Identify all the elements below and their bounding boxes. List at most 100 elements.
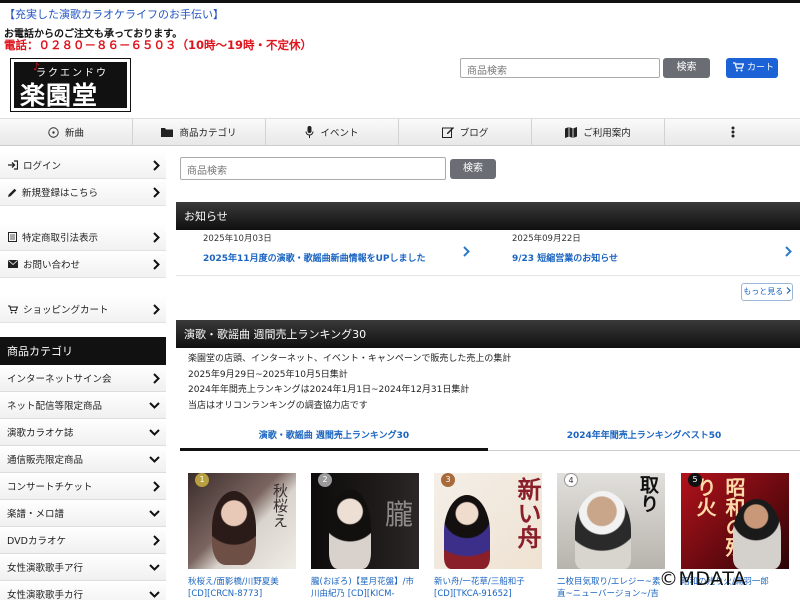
artist-photo (329, 489, 371, 569)
chevron-right-icon (786, 287, 791, 294)
header-search-input[interactable]: 商品検索 (460, 58, 660, 78)
chevron-down-icon (149, 591, 160, 598)
chevron-down-icon (149, 429, 160, 436)
nav-item-categories[interactable]: 商品カテゴリ (133, 119, 266, 145)
copyright-watermark: ©MDATA (659, 568, 747, 590)
product-card[interactable]: 朧 2 朧(おぼろ)【星月花盤】/市川由紀乃 [CD][KICM-31182] (311, 473, 421, 600)
sidebar-category-item[interactable]: 女性演歌歌手ア行 (0, 554, 166, 581)
artist-photo (444, 495, 490, 569)
artist-photo (733, 499, 781, 569)
sidebar-item-label: お問い合わせ (23, 260, 81, 271)
disc-icon (48, 126, 59, 138)
sidebar-category-item[interactable]: 通信販売限定商品 (0, 446, 166, 473)
nav-item-more[interactable] (665, 119, 800, 145)
cart-label: カート (747, 63, 775, 73)
rank-badge: 4 (564, 473, 578, 487)
product-cover[interactable]: 昭和の残り火 (681, 473, 789, 569)
pencil-icon (8, 188, 17, 197)
rank-badge: 5 (688, 473, 702, 487)
main-search-button[interactable]: 検索 (450, 159, 496, 179)
product-title[interactable]: 新い舟/一花草/三船和子 [CD][TKCA-91652] (434, 576, 544, 600)
news-date: 2025年09月22日 (512, 234, 581, 244)
top-accent-bar (0, 0, 800, 3)
document-icon (8, 232, 17, 242)
product-card[interactable]: 秋桜え 1 秋桜え/面影橋/川野夏美 [CD][CRCN-8773] (188, 473, 298, 600)
nav-item-events[interactable]: イベント (266, 119, 399, 145)
sidebar-category-item[interactable]: インターネットサイン会 (0, 365, 166, 392)
category-label: 女性演歌歌手カ行 (7, 590, 84, 600)
category-label: ネット配信等限定商品 (7, 401, 103, 412)
tab-annual-ranking[interactable]: 2024年年間売上ランキングベスト50 (488, 425, 800, 451)
chevron-right-icon (153, 304, 160, 315)
cover-title: 新い舟 (513, 477, 542, 549)
logo-kanji: 楽園堂 (20, 81, 99, 110)
sidebar-category-item[interactable]: DVDカラオケ (0, 527, 166, 554)
sidebar-category-item[interactable]: コンサートチケット (0, 473, 166, 500)
ranking-description: 楽園堂の店頭、インターネット、イベント・キャンペーンで販売した売上の集計 202… (188, 352, 511, 414)
cart-icon (8, 304, 18, 313)
product-card[interactable]: 新い舟 3 新い舟/一花草/三船和子 [CD][TKCA-91652] (434, 473, 544, 600)
news-item[interactable]: 2025年10月03日 2025年11月度の演歌・歌謡曲新曲情報をUPしました (203, 232, 473, 274)
product-cover[interactable]: 朧 (311, 473, 419, 569)
chevron-right-icon (153, 535, 160, 546)
artist-photo (575, 491, 631, 569)
rank-badge: 3 (441, 473, 455, 487)
nav-item-blog[interactable]: ブログ (399, 119, 532, 145)
sidebar-item-label: 特定商取引法表示 (22, 233, 99, 244)
artist-photo (212, 491, 256, 565)
ranking-desc-line: 楽園堂の店頭、インターネット、イベント・キャンペーンで販売した売上の集計 (188, 354, 512, 364)
sidebar-category-item[interactable]: ネット配信等限定商品 (0, 392, 166, 419)
ranking-desc-line: 2025年9月29日~2025年10月5日集計 (188, 369, 348, 380)
nav-item-new-songs[interactable]: 新曲 (0, 119, 133, 145)
chevron-down-icon (149, 510, 160, 517)
chevron-right-icon (153, 187, 160, 198)
chevron-down-icon (149, 456, 160, 463)
chevron-right-icon (463, 246, 470, 257)
main-search-input[interactable]: 商品検索 (180, 157, 446, 180)
sidebar-category-item[interactable]: 女性演歌歌手カ行 (0, 581, 166, 600)
tab-weekly-ranking[interactable]: 演歌・歌謡曲 週間売上ランキング30 (180, 425, 488, 451)
ranking-desc-line: 2024年年間売上ランキングは2024年1月1日~2024年12月31日集計 (188, 385, 470, 395)
cover-title: 二枚目気取り (637, 475, 665, 551)
nav-label: ブログ (459, 128, 489, 139)
news-title[interactable]: 9/23 短縮営業のお知らせ (512, 251, 797, 264)
chevron-right-icon (153, 160, 160, 171)
more-news-button[interactable]: もっと見る (741, 283, 793, 301)
news-title[interactable]: 2025年11月度の演歌・歌謡曲新曲情報をUPしました (203, 251, 473, 264)
product-cover[interactable]: 秋桜え (188, 473, 296, 569)
chevron-down-icon (149, 402, 160, 409)
product-title[interactable]: 朧(おぼろ)【星月花盤】/市川由紀乃 [CD][KICM-31182] (311, 576, 421, 600)
site-logo[interactable]: ♪ ラクエンドウ 楽園堂 (10, 58, 131, 112)
product-title[interactable]: 秋桜え/面影橋/川野夏美 [CD][CRCN-8773] (188, 576, 298, 600)
news-heading: お知らせ (176, 202, 800, 230)
product-card[interactable]: 二枚目気取り 4 二枚目気取り/エレジー~素直~ニューバージョン~/吉幾三 (557, 473, 667, 600)
product-title[interactable]: 二枚目気取り/エレジー~素直~ニューバージョン~/吉幾三 (557, 576, 667, 600)
main-nav: 新曲 商品カテゴリ イベント ブログ ご利用案内 (0, 118, 800, 146)
sidebar-category-item[interactable]: 楽譜・メロ譜 (0, 500, 166, 527)
ranking-heading: 演歌・歌謡曲 週間売上ランキング30 (176, 320, 800, 348)
site-tagline: 【充実した演歌カラオケライフのお手伝い】 (4, 8, 224, 21)
product-cover[interactable]: 二枚目気取り (557, 473, 665, 569)
sidebar-item-legal-notice[interactable]: 特定商取引法表示 (0, 224, 166, 251)
sidebar-item-register[interactable]: 新規登録はこちら (0, 179, 166, 206)
nav-item-guide[interactable]: ご利用案内 (532, 119, 665, 145)
phone-number: 電話：０２８０－８６－６５０３（10時～19時・不定休） (4, 38, 313, 52)
chevron-right-icon (153, 259, 160, 270)
rank-badge: 2 (318, 473, 332, 487)
category-heading: 商品カテゴリ (0, 337, 166, 365)
ranking-desc-line: 当店はオリコンランキングの調査協力店です (188, 400, 368, 411)
sidebar-category-item[interactable]: 演歌カラオケ誌 (0, 419, 166, 446)
sidebar-item-login[interactable]: ログイン (0, 152, 166, 179)
sidebar: ログイン 新規登録はこちら 特定商取引法表示 お問い合わせ ショッピングカート … (0, 152, 166, 600)
sidebar-item-shopping-cart[interactable]: ショッピングカート (0, 296, 166, 323)
news-item[interactable]: 2025年09月22日 9/23 短縮営業のお知らせ (512, 232, 797, 274)
cover-title: 朧 (385, 498, 414, 531)
ranking-tabs: 演歌・歌謡曲 週間売上ランキング30 2024年年間売上ランキングベスト50 (180, 425, 800, 451)
product-cover[interactable]: 新い舟 (434, 473, 542, 569)
folder-icon (161, 128, 174, 137)
category-label: コンサートチケット (7, 482, 93, 493)
header-search-button[interactable]: 検索 (663, 58, 710, 78)
header-cart-button[interactable]: カート (726, 58, 778, 78)
sidebar-item-contact[interactable]: お問い合わせ (0, 251, 166, 278)
nav-label: ご利用案内 (583, 128, 631, 139)
